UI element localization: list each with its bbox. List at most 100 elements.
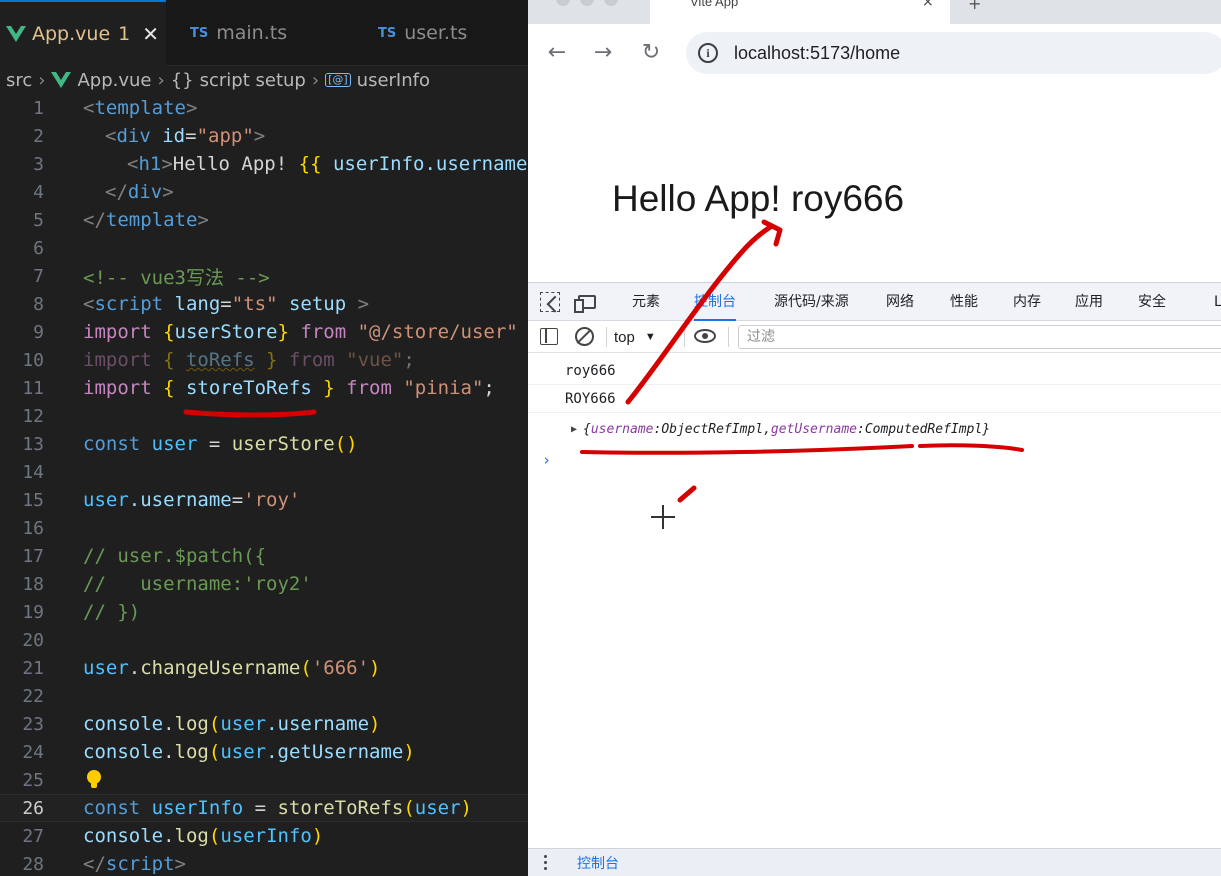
- tab-console[interactable]: 控制台: [694, 283, 736, 321]
- forward-arrow-icon[interactable]: →: [589, 38, 617, 66]
- line-number: 23: [22, 713, 44, 735]
- tab-app-vue[interactable]: App.vue 1 ✕: [0, 0, 166, 66]
- code-line[interactable]: 4 </div>: [0, 178, 528, 206]
- tab-lighthouse[interactable]: L: [1214, 283, 1221, 321]
- back-arrow-icon[interactable]: ←: [543, 38, 571, 66]
- code-line[interactable]: 3 <h1>Hello App! {{ userInfo.username: [0, 150, 528, 178]
- code-line[interactable]: 27 console.log(userInfo): [0, 822, 528, 850]
- tab-security[interactable]: 安全: [1138, 283, 1166, 321]
- reload-icon[interactable]: ↻: [637, 38, 665, 66]
- kebab-menu-icon[interactable]: [544, 855, 548, 871]
- close-icon[interactable]: ×: [922, 0, 934, 10]
- url-text[interactable]: localhost:5173/home: [734, 43, 900, 64]
- devtools-drawer: 控制台: [528, 848, 1221, 876]
- toolbar-divider: [728, 327, 729, 347]
- code-line[interactable]: 12: [0, 402, 528, 430]
- code-line[interactable]: 1 <template>: [0, 94, 528, 122]
- code-comment: // }): [83, 601, 141, 623]
- code-line-current[interactable]: 26 const userInfo = storeToRefs(user): [0, 794, 528, 822]
- tab-network[interactable]: 网络: [886, 283, 914, 321]
- code-comment: // user.$patch({: [83, 545, 267, 567]
- code-line[interactable]: 9 import {userStore} from "@/store/user": [0, 318, 528, 346]
- code-line[interactable]: 10 import { toRefs } from "vue";: [0, 346, 528, 374]
- line-number: 28: [22, 853, 44, 875]
- lightbulb-icon[interactable]: [87, 770, 101, 790]
- code-line[interactable]: 14: [0, 458, 528, 486]
- close-icon[interactable]: ✕: [142, 22, 159, 46]
- code-editor: App.vue 1 ✕ TS main.ts TS user.ts src › …: [0, 0, 528, 876]
- code-line[interactable]: 2 <div id="app">: [0, 122, 528, 150]
- expand-triangle-icon[interactable]: ▶: [571, 424, 577, 435]
- drawer-tab-console[interactable]: 控制台: [577, 853, 619, 873]
- context-selector[interactable]: top ▼: [614, 326, 656, 348]
- breadcrumb-scope[interactable]: script setup: [200, 70, 306, 91]
- code-text: user.changeUsername('666'): [83, 657, 381, 679]
- line-number: 21: [22, 657, 44, 679]
- code-line[interactable]: 8 <script lang="ts" setup >: [0, 290, 528, 318]
- context-value: top: [614, 328, 635, 346]
- line-number: 24: [22, 741, 44, 763]
- new-tab-icon[interactable]: +: [968, 0, 981, 13]
- breadcrumb-file[interactable]: App.vue: [77, 70, 151, 91]
- site-info-icon[interactable]: i: [698, 43, 718, 63]
- code-text: <div id="app">: [105, 125, 266, 147]
- code-line[interactable]: 6: [0, 234, 528, 262]
- code-line[interactable]: 22: [0, 682, 528, 710]
- tab-main-ts[interactable]: TS main.ts: [166, 0, 354, 66]
- tab-sources[interactable]: 源代码/来源: [774, 283, 849, 321]
- devtools-tab-bar: 元素 控制台 源代码/来源 网络 性能 内存 应用 安全 L: [528, 283, 1221, 321]
- code-line[interactable]: 16: [0, 514, 528, 542]
- console-log-row[interactable]: roy666: [528, 357, 1221, 385]
- tab-elements[interactable]: 元素: [632, 283, 660, 321]
- browser-tab[interactable]: Vite App ×: [650, 0, 950, 24]
- code-text: </template>: [83, 209, 209, 231]
- breadcrumb-folder[interactable]: src: [6, 70, 32, 91]
- line-number: 16: [22, 517, 44, 539]
- window-zoom-dot[interactable]: [604, 0, 618, 6]
- code-line[interactable]: 25: [0, 766, 528, 794]
- breadcrumb-symbol[interactable]: userInfo: [357, 70, 430, 91]
- tab-user-ts[interactable]: TS user.ts: [354, 0, 528, 66]
- code-line[interactable]: 5 </template>: [0, 206, 528, 234]
- window-minimize-dot[interactable]: [580, 0, 594, 6]
- code-line[interactable]: 20: [0, 626, 528, 654]
- line-number: 5: [33, 209, 44, 231]
- console-filter-input[interactable]: [738, 325, 1221, 349]
- code-line[interactable]: 17 // user.$patch({: [0, 542, 528, 570]
- code-line[interactable]: 24 console.log(user.getUsername): [0, 738, 528, 766]
- line-number: 15: [22, 489, 44, 511]
- code-line[interactable]: 15 user.username='roy': [0, 486, 528, 514]
- console-object-row[interactable]: ▶ {username: ObjectRefImpl, getUsername:…: [528, 415, 1221, 443]
- console-prompt[interactable]: ›: [542, 451, 551, 469]
- code-text: </div>: [105, 181, 174, 203]
- code-line[interactable]: 21 user.changeUsername('666'): [0, 654, 528, 682]
- line-number: 18: [22, 573, 44, 595]
- eye-icon[interactable]: [694, 329, 716, 343]
- line-number: 13: [22, 433, 44, 455]
- tab-memory[interactable]: 内存: [1013, 283, 1041, 321]
- line-number: 17: [22, 545, 44, 567]
- code-text: <template>: [83, 97, 198, 119]
- window-close-dot[interactable]: [556, 0, 570, 6]
- code-line[interactable]: 13 const user = userStore(): [0, 430, 528, 458]
- code-line[interactable]: 28 </script>: [0, 850, 528, 876]
- tab-application[interactable]: 应用: [1075, 283, 1103, 321]
- console-log-row[interactable]: ROY666: [528, 385, 1221, 413]
- code-line[interactable]: 23 console.log(user.username): [0, 710, 528, 738]
- code-line[interactable]: 11 import { storeToRefs } from "pinia";: [0, 374, 528, 402]
- code-line[interactable]: 18 // username:'roy2': [0, 570, 528, 598]
- tab-performance[interactable]: 性能: [950, 283, 978, 321]
- code-text: const user = userStore(): [83, 433, 358, 455]
- line-number: 19: [22, 601, 44, 623]
- code-line[interactable]: 19 // }): [0, 598, 528, 626]
- crosshair-cursor-icon: [651, 505, 675, 529]
- inspect-element-icon[interactable]: [540, 292, 560, 312]
- address-bar[interactable]: i localhost:5173/home: [686, 32, 1221, 74]
- line-number: 22: [22, 685, 44, 707]
- sidebar-toggle-icon[interactable]: [540, 328, 558, 345]
- braces-icon: {}: [170, 69, 194, 91]
- code-text: import { storeToRefs } from "pinia";: [83, 377, 495, 399]
- code-line[interactable]: 7 <!-- vue3写法 -->: [0, 262, 528, 290]
- device-toolbar-icon[interactable]: [574, 295, 596, 313]
- clear-console-icon[interactable]: [575, 327, 594, 346]
